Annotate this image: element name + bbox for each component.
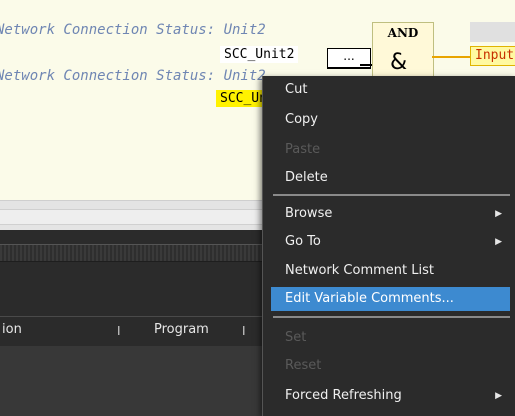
menu-separator bbox=[273, 194, 510, 196]
input-variable-box[interactable]: Input bbox=[470, 46, 515, 66]
menu-item-reset: Reset bbox=[271, 354, 510, 378]
and-block-title: AND bbox=[387, 26, 419, 40]
menu-item-forced-refreshing[interactable]: Forced Refreshing ▶ bbox=[271, 384, 510, 408]
column-divider[interactable]: I bbox=[242, 324, 246, 338]
column-header-program[interactable]: Program bbox=[154, 322, 209, 337]
and-symbol-icon: & bbox=[390, 50, 408, 75]
submenu-arrow-icon: ▶ bbox=[495, 391, 502, 401]
menu-item-network-comment-list[interactable]: Network Comment List bbox=[271, 259, 510, 283]
menu-separator bbox=[273, 316, 510, 318]
output-wire bbox=[432, 56, 472, 58]
submenu-arrow-icon: ▶ bbox=[495, 237, 502, 247]
menu-item-cut[interactable]: Cut bbox=[271, 78, 510, 102]
context-menu: Cut Copy Paste Delete Browse ▶ Go To ▶ Net… bbox=[262, 76, 515, 416]
menu-item-paste: Paste bbox=[271, 138, 510, 162]
submenu-arrow-icon: ▶ bbox=[495, 209, 502, 219]
menu-item-label: Set bbox=[285, 330, 307, 345]
menu-item-delete[interactable]: Delete bbox=[271, 166, 510, 190]
menu-item-label: Browse bbox=[285, 206, 333, 221]
menu-item-set: Set bbox=[271, 326, 510, 350]
menu-item-label: Edit Variable Comments... bbox=[285, 291, 454, 306]
menu-item-label: Paste bbox=[285, 142, 321, 157]
variable-name-selected[interactable]: SCC_Unit2 bbox=[220, 46, 299, 63]
menu-item-label: Go To bbox=[285, 234, 321, 249]
menu-item-label: Forced Refreshing bbox=[285, 388, 402, 403]
input-wire bbox=[360, 64, 372, 66]
menu-item-go-to[interactable]: Go To ▶ bbox=[271, 230, 510, 254]
menu-item-label: Delete bbox=[285, 170, 328, 185]
and-function-block[interactable]: AND & bbox=[372, 22, 434, 79]
rung-comment: Network Connection Status: Unit2 bbox=[0, 68, 266, 84]
menu-item-copy[interactable]: Copy bbox=[271, 108, 510, 132]
column-divider[interactable]: I bbox=[117, 324, 121, 338]
menu-item-label: Copy bbox=[285, 112, 318, 127]
editor-header-strip bbox=[470, 22, 515, 42]
column-header-left[interactable]: ion bbox=[2, 322, 22, 337]
menu-item-label: Reset bbox=[285, 358, 322, 373]
menu-item-label: Network Comment List bbox=[285, 263, 434, 278]
menu-item-label: Cut bbox=[285, 82, 308, 97]
menu-item-browse[interactable]: Browse ▶ bbox=[271, 202, 510, 226]
rung-comment: Network Connection Status: Unit2 bbox=[0, 22, 266, 38]
menu-item-edit-variable-comments[interactable]: Edit Variable Comments... bbox=[271, 287, 510, 311]
